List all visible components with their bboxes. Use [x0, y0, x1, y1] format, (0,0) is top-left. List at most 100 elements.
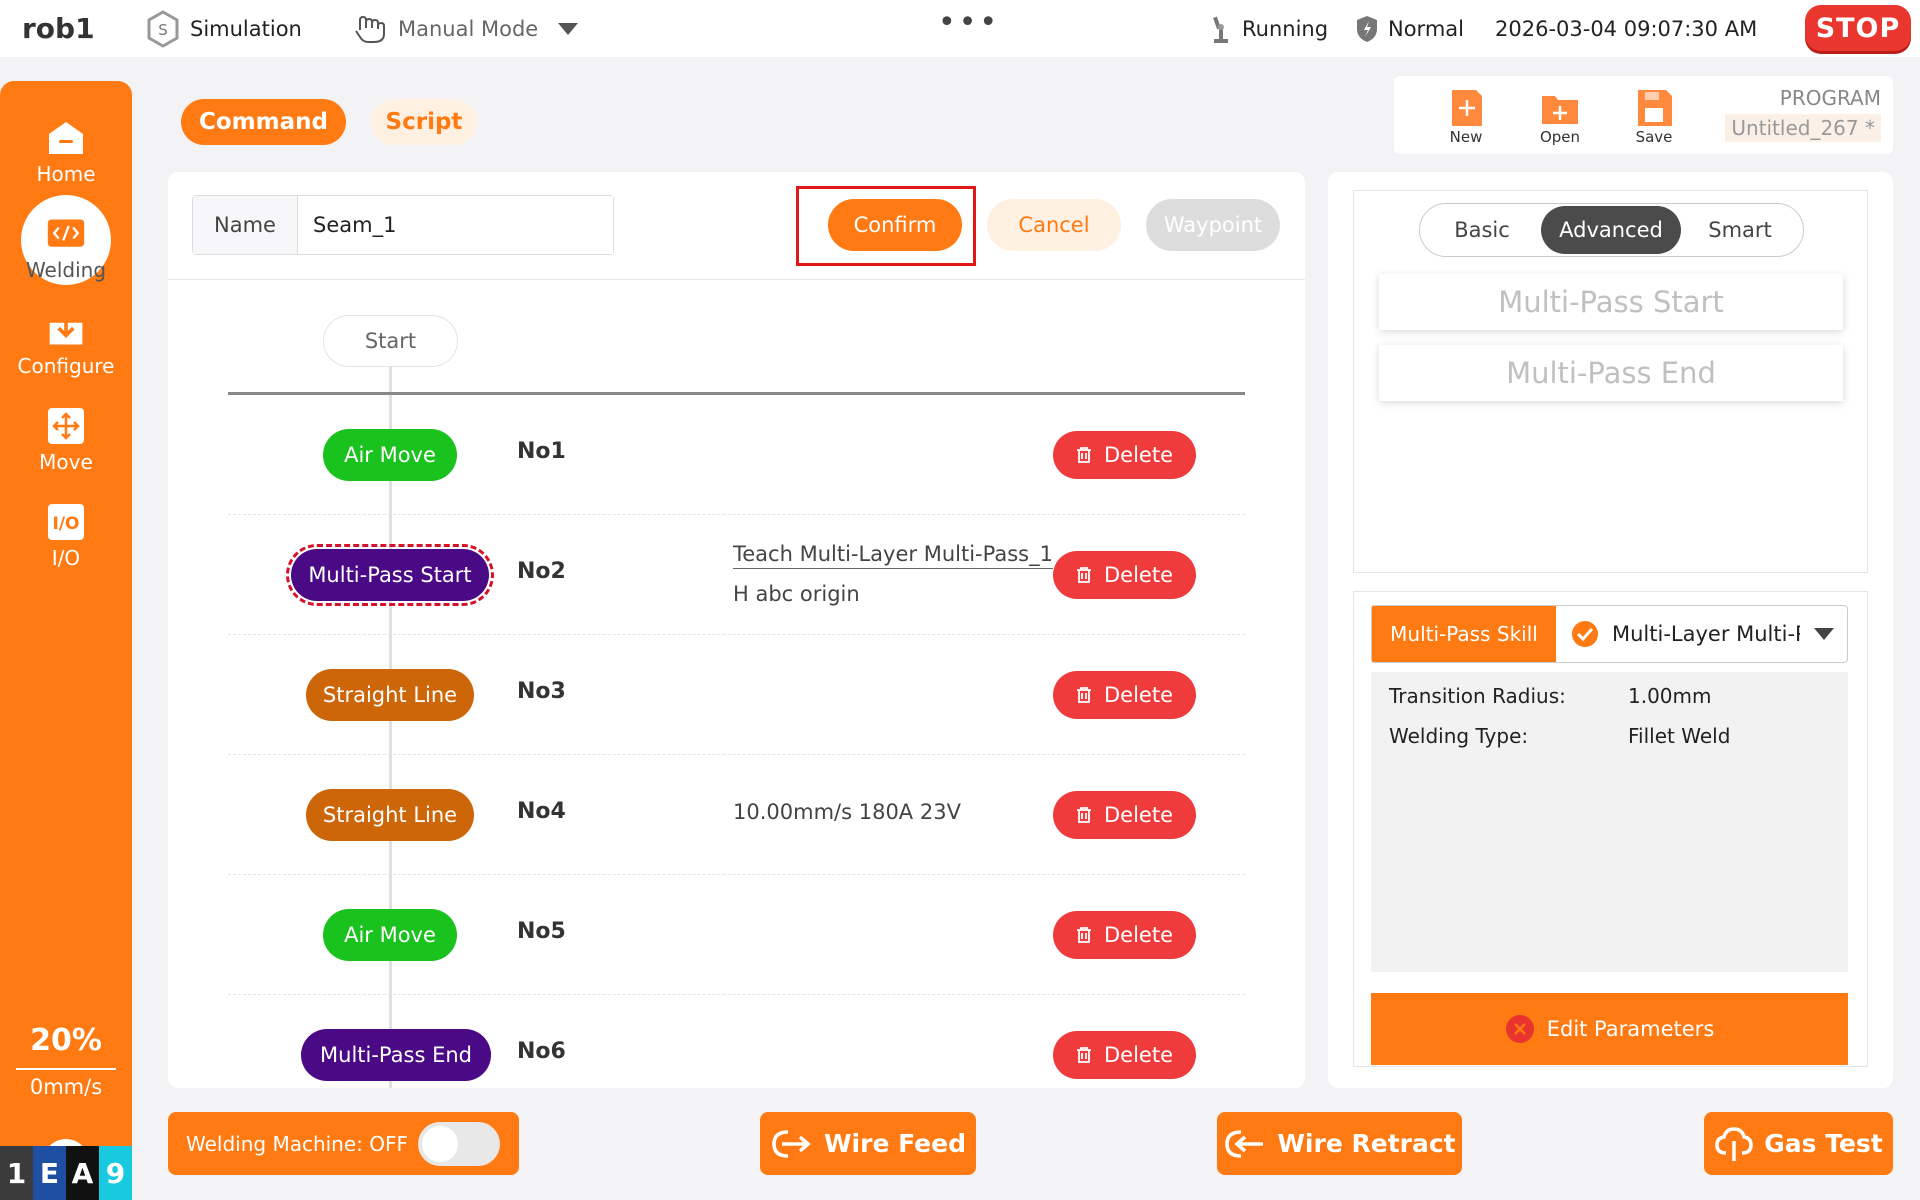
- name-input[interactable]: [298, 196, 613, 254]
- sidebar-label: Home: [36, 162, 96, 186]
- download-icon: [46, 310, 86, 350]
- mode-label: Manual Mode: [398, 16, 539, 41]
- delete-label: Delete: [1104, 683, 1173, 707]
- stop-button[interactable]: STOP: [1805, 5, 1911, 51]
- name-label: Name: [193, 196, 298, 254]
- trash-icon: [1077, 807, 1091, 823]
- name-field-group: Name: [192, 195, 614, 255]
- gas-test-button[interactable]: Gas Test: [1704, 1112, 1893, 1175]
- skill-library: Basic Advanced Smart Multi-Pass Start Mu…: [1353, 190, 1868, 573]
- delete-button[interactable]: Delete: [1053, 671, 1196, 719]
- trash-icon: [1077, 447, 1091, 463]
- new-label: New: [1449, 128, 1483, 146]
- wire-feed-label: Wire Feed: [823, 1129, 966, 1158]
- simulation-icon: S: [147, 9, 179, 48]
- trash-icon: [1077, 927, 1091, 943]
- divider: [168, 279, 1305, 280]
- wire-retract-label: Wire Retract: [1277, 1129, 1456, 1158]
- air-move-node[interactable]: Air Move: [323, 909, 457, 961]
- program-name: Untitled_267 *: [1725, 114, 1881, 142]
- wire-retract-icon: [1225, 1129, 1264, 1158]
- command-row[interactable]: Air Move No5 Delete: [228, 875, 1245, 995]
- mode-dropdown[interactable]: Manual Mode: [354, 0, 580, 57]
- row-id: No6: [517, 1039, 566, 1064]
- parameter-list: Transition Radius: 1.00mm Welding Type: …: [1371, 672, 1848, 972]
- tab-command[interactable]: Command: [181, 99, 346, 145]
- multi-pass-end-node[interactable]: Multi-Pass End: [301, 1029, 491, 1081]
- running-label: Running: [1242, 16, 1329, 41]
- multi-pass-start-node[interactable]: Multi-Pass Start: [286, 544, 494, 606]
- svg-text:I/O: I/O: [53, 514, 80, 534]
- edit-parameters-button[interactable]: Edit Parameters: [1371, 993, 1848, 1065]
- delete-button[interactable]: Delete: [1053, 431, 1196, 479]
- straight-line-node[interactable]: Straight Line: [306, 789, 474, 841]
- version-badges: 1 E A 9: [0, 1146, 132, 1200]
- check-circle-icon: [1572, 621, 1598, 647]
- speed-divider: [16, 1068, 116, 1070]
- tab-smart[interactable]: Smart: [1681, 206, 1799, 254]
- sidebar-item-io[interactable]: I/O I/O: [0, 502, 132, 570]
- air-move-node[interactable]: Air Move: [323, 429, 457, 481]
- new-button[interactable]: New: [1431, 86, 1501, 146]
- cancel-button[interactable]: Cancel: [987, 199, 1121, 251]
- gas-test-label: Gas Test: [1764, 1129, 1883, 1158]
- speed-percent[interactable]: 20%: [0, 1023, 132, 1058]
- sidebar-item-home[interactable]: Home: [0, 118, 132, 186]
- tab-advanced[interactable]: Advanced: [1541, 206, 1681, 254]
- more-menu-icon[interactable]: •••: [938, 0, 1000, 51]
- row-id: No5: [517, 919, 566, 944]
- sidebar-item-move[interactable]: Move: [0, 406, 132, 474]
- wire-feed-button[interactable]: Wire Feed: [760, 1112, 976, 1175]
- straight-line-node[interactable]: Straight Line: [306, 669, 474, 721]
- sidebar-item-configure[interactable]: Configure: [0, 310, 132, 378]
- welding-machine-toggle[interactable]: Welding Machine: OFF: [168, 1112, 519, 1175]
- machine-switch[interactable]: [418, 1121, 501, 1166]
- skill-value-text: Multi-Layer Multi-P: [1612, 622, 1800, 646]
- skill-card-multi-pass-end[interactable]: Multi-Pass End: [1379, 345, 1843, 401]
- delete-button[interactable]: Delete: [1053, 791, 1196, 839]
- skill-properties: Multi-Pass Skill Multi-Layer Multi-P Tra…: [1353, 591, 1868, 1067]
- new-file-icon: [1452, 90, 1482, 126]
- hand-icon: [355, 15, 385, 43]
- param-label: Welding Type:: [1389, 724, 1529, 748]
- shield-icon: [1357, 15, 1377, 42]
- simulation-indicator[interactable]: S Simulation: [146, 0, 302, 57]
- command-row[interactable]: Straight Line No3 Delete: [228, 635, 1245, 755]
- confirm-button[interactable]: Confirm: [828, 199, 962, 251]
- delete-button[interactable]: Delete: [1053, 551, 1196, 599]
- delete-label: Delete: [1104, 803, 1173, 827]
- waypoint-button[interactable]: Waypoint: [1146, 199, 1280, 251]
- delete-button[interactable]: Delete: [1053, 1031, 1196, 1079]
- command-row[interactable]: Straight Line No4 10.00mm/s 180A 23V Del…: [228, 755, 1245, 875]
- robot-name: rob1: [22, 12, 95, 45]
- cloud-icon: [1715, 1126, 1754, 1161]
- svg-text:S: S: [158, 21, 168, 39]
- move-icon: [46, 406, 86, 446]
- save-button[interactable]: Save: [1619, 86, 1689, 146]
- skill-select[interactable]: Multi-Pass Skill Multi-Layer Multi-P: [1371, 605, 1848, 663]
- param-value: Fillet Weld: [1628, 724, 1731, 748]
- skill-value[interactable]: Multi-Layer Multi-P: [1556, 606, 1847, 662]
- delete-label: Delete: [1104, 923, 1173, 947]
- skill-panel: Basic Advanced Smart Multi-Pass Start Mu…: [1328, 172, 1893, 1088]
- delete-button[interactable]: Delete: [1053, 911, 1196, 959]
- tab-basic[interactable]: Basic: [1423, 206, 1541, 254]
- wire-retract-button[interactable]: Wire Retract: [1217, 1112, 1462, 1175]
- row-info-primary: Teach Multi-Layer Multi-Pass_1: [733, 542, 1053, 569]
- tab-script[interactable]: Script: [371, 99, 477, 145]
- command-row[interactable]: Air Move No1 Delete: [228, 395, 1245, 515]
- top-bar: rob1 S Simulation Manual Mode ••• Runnin…: [0, 0, 1920, 57]
- switch-knob: [422, 1125, 459, 1162]
- start-node[interactable]: Start: [323, 315, 458, 367]
- command-row[interactable]: Multi-Pass Start No2 Teach Multi-Layer M…: [228, 515, 1245, 635]
- delete-label: Delete: [1104, 1043, 1173, 1067]
- edit-parameters-label: Edit Parameters: [1546, 1017, 1715, 1041]
- sidebar-item-welding[interactable]: Welding: [0, 195, 132, 285]
- row-id: No2: [517, 559, 566, 584]
- command-row[interactable]: Multi-Pass End No6 Delete: [228, 995, 1245, 1088]
- chevron-down-icon: [1814, 628, 1834, 640]
- skill-card-multi-pass-start[interactable]: Multi-Pass Start: [1379, 274, 1843, 330]
- open-label: Open: [1539, 128, 1581, 146]
- open-button[interactable]: Open: [1525, 86, 1595, 146]
- trash-icon: [1077, 567, 1091, 583]
